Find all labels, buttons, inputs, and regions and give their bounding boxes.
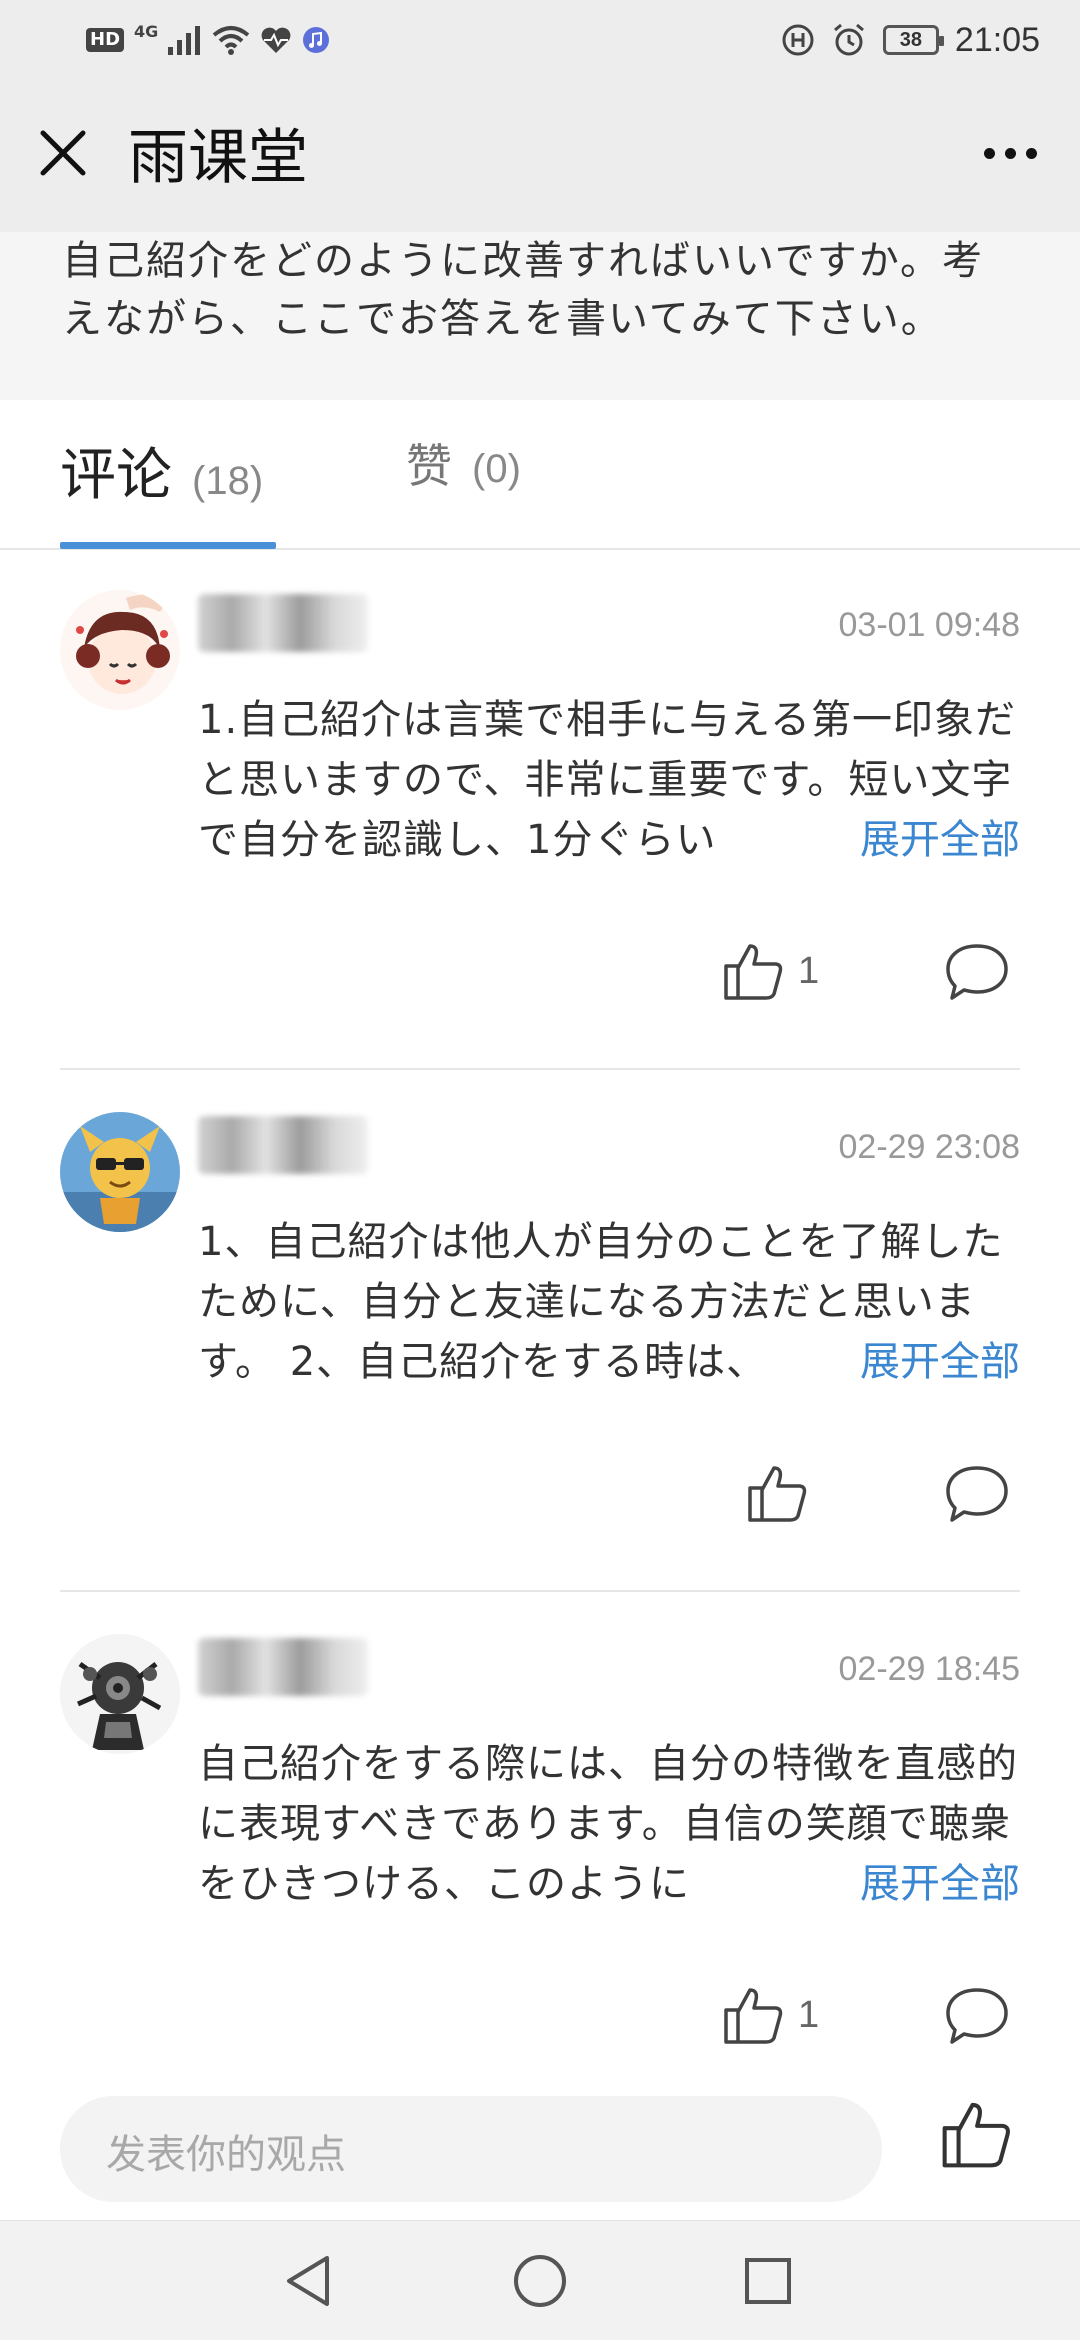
comment-bubble-icon <box>946 944 1008 1000</box>
avatar[interactable] <box>60 590 180 710</box>
home-circle-icon <box>514 2255 566 2307</box>
username-blurred <box>198 1116 368 1174</box>
thumbs-up-icon <box>748 1466 807 1522</box>
like-button[interactable]: 1 <box>722 1984 819 2046</box>
thumbs-up-icon <box>942 2102 1010 2168</box>
like-button[interactable] <box>746 1462 822 1524</box>
expand-all-link[interactable]: 展开全部 <box>820 1332 1020 1392</box>
question-panel: 自己紹介をどのように改善すればいいですか。考えながら、ここでお答えを書いてみて下… <box>0 232 1080 400</box>
tab-likes[interactable]: 赞 (0) <box>406 430 521 496</box>
comment-time: 02-29 18:45 <box>838 1650 1021 1688</box>
recents-button[interactable] <box>738 2251 798 2311</box>
health-heart-icon <box>261 27 291 53</box>
expand-all-link[interactable]: 展开全部 <box>820 1854 1020 1914</box>
comment-bubble-icon <box>946 1466 1008 1522</box>
thumbs-up-icon <box>724 1988 783 2044</box>
expand-all-link[interactable]: 展开全部 <box>820 810 1020 870</box>
avatar[interactable] <box>60 1112 180 1232</box>
more-dot <box>1025 147 1037 159</box>
divider <box>60 1068 1020 1070</box>
more-dot <box>983 147 995 159</box>
more-dot <box>1004 147 1016 159</box>
app-header: 雨课堂 <box>0 80 1080 232</box>
status-left: HD 4G <box>86 22 330 58</box>
avatar-image <box>60 1634 180 1754</box>
data-saver-icon <box>782 24 814 56</box>
thumbs-up-icon <box>724 944 783 1000</box>
network-type: 4G <box>134 22 159 41</box>
username-blurred <box>198 594 368 652</box>
comment-input[interactable]: 发表你的观点 <box>60 2096 882 2202</box>
divider <box>60 1590 1020 1592</box>
more-button[interactable] <box>970 120 1050 186</box>
active-tab-indicator <box>60 542 276 549</box>
tab-count: (0) <box>472 447 521 491</box>
question-text: 自己紹介をどのように改善すればいいですか。考えながら、ここでお答えを書いてみて下… <box>62 238 984 342</box>
comment-item: 02-29 18:45 自己紹介をする際には、自分の特徴を直感的に表現すべきであ… <box>0 1634 1080 2074</box>
status-bar: HD 4G 38 21:05 <box>0 0 1080 80</box>
back-button[interactable] <box>278 2251 338 2311</box>
app-title: 雨课堂 <box>128 123 308 193</box>
clock: 21:05 <box>954 20 1040 59</box>
reply-button[interactable] <box>944 1464 1010 1524</box>
close-button[interactable] <box>30 120 96 186</box>
back-triangle-icon <box>287 2256 329 2306</box>
tab-bar: 评论 (18) 赞 (0) <box>0 400 1080 550</box>
tab-count: (18) <box>192 459 264 503</box>
comment-input-placeholder: 发表你的观点 <box>106 2132 346 2178</box>
battery-icon: 38 <box>882 25 944 55</box>
close-icon <box>40 130 86 176</box>
tab-label: 赞 <box>406 439 452 493</box>
hd-badge: HD <box>86 28 125 52</box>
avatar[interactable] <box>60 1634 180 1754</box>
music-app-icon <box>303 27 330 53</box>
signal-icon <box>168 26 201 55</box>
battery-level: 38 <box>899 28 923 51</box>
status-right: 38 21:05 <box>781 18 1040 62</box>
comment-item: 03-01 09:48 1.自己紹介は言葉で相手に与える第一印象だと思いますので… <box>0 590 1080 1070</box>
alarm-icon <box>833 23 864 56</box>
like-count: 1 <box>798 949 820 992</box>
recents-square-icon <box>745 2258 791 2304</box>
comment-bubble-icon <box>946 1988 1008 2044</box>
like-post-button[interactable] <box>940 2098 1020 2178</box>
username-blurred <box>198 1638 368 1696</box>
like-count: 1 <box>798 1993 820 2036</box>
system-nav-bar <box>0 2220 1080 2340</box>
comment-time: 02-29 23:08 <box>838 1128 1021 1166</box>
tab-label: 评论 <box>60 443 172 508</box>
comment-time: 03-01 09:48 <box>838 606 1021 644</box>
avatar-image <box>60 1112 180 1232</box>
reply-button[interactable] <box>944 1986 1010 2046</box>
wifi-icon <box>213 26 250 55</box>
comment-item: 02-29 23:08 1、自己紹介は他人が自分のことを了解したために、自分と友… <box>0 1112 1080 1592</box>
avatar-image <box>60 590 180 710</box>
reply-button[interactable] <box>944 942 1010 1002</box>
tab-comments[interactable]: 评论 (18) <box>60 430 263 511</box>
like-button[interactable]: 1 <box>722 940 819 1002</box>
home-button[interactable] <box>510 2251 570 2311</box>
